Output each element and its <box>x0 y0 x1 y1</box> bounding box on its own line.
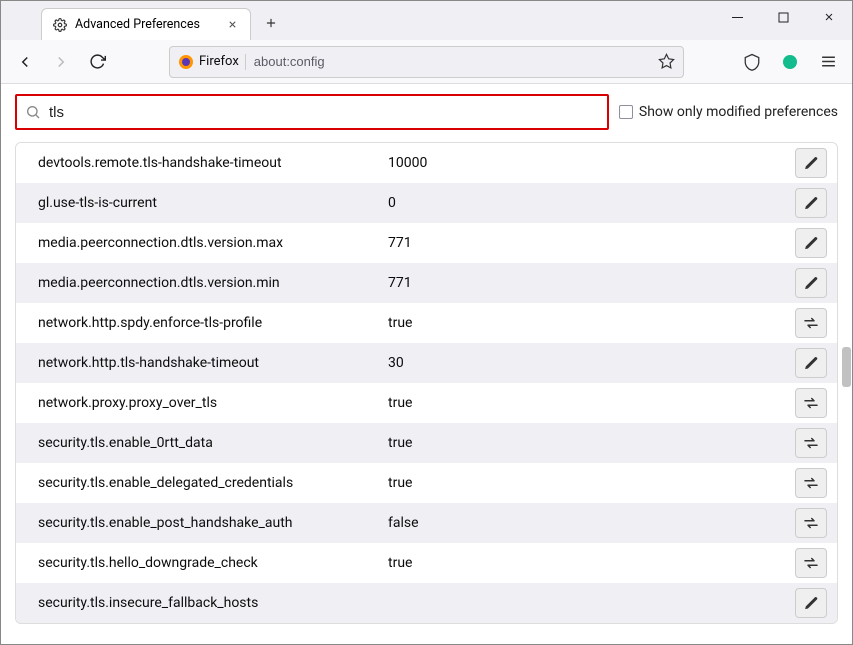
pref-value: 0 <box>388 195 795 211</box>
pref-value: 30 <box>388 355 795 371</box>
pref-name: security.tls.insecure_fallback_hosts <box>38 595 388 611</box>
extension-button[interactable] <box>774 46 806 78</box>
pref-row: gl.use-tls-is-current0 <box>16 183 837 223</box>
tab-close-button[interactable] <box>224 17 240 33</box>
pref-action-button[interactable] <box>795 348 827 378</box>
pref-action-button[interactable] <box>795 228 827 258</box>
minimize-button[interactable] <box>714 1 760 33</box>
toggle-icon <box>802 394 820 412</box>
pref-action-button[interactable] <box>795 588 827 618</box>
edit-icon <box>803 155 820 172</box>
app-menu-button[interactable] <box>812 46 844 78</box>
pocket-button[interactable] <box>736 46 768 78</box>
pref-row: security.tls.enable_delegated_credential… <box>16 463 837 503</box>
edit-icon <box>803 235 820 252</box>
config-search-box[interactable] <box>15 94 609 130</box>
pref-row: network.http.tls-handshake-timeout30 <box>16 343 837 383</box>
pref-action-button[interactable] <box>795 388 827 418</box>
firefox-icon <box>178 54 194 70</box>
urlbar-identity[interactable]: Firefox <box>178 54 246 70</box>
pref-name: network.http.spdy.enforce-tls-profile <box>38 315 388 331</box>
pref-action-button[interactable] <box>795 428 827 458</box>
pref-name: security.tls.enable_0rtt_data <box>38 435 388 451</box>
pref-name: security.tls.hello_downgrade_check <box>38 555 388 571</box>
pref-name: media.peerconnection.dtls.version.max <box>38 235 388 251</box>
show-modified-only-checkbox[interactable]: Show only modified preferences <box>619 104 838 120</box>
search-icon <box>25 104 41 120</box>
pref-value: false <box>388 515 795 531</box>
edit-icon <box>803 195 820 212</box>
config-search-input[interactable] <box>49 104 599 121</box>
browser-tab[interactable]: Advanced Preferences <box>41 8 251 40</box>
pref-value: true <box>388 435 795 451</box>
urlbar-identity-label: Firefox <box>199 54 239 69</box>
bookmark-star-icon[interactable] <box>658 53 675 70</box>
pref-action-button[interactable] <box>795 188 827 218</box>
pref-row: network.http.spdy.enforce-tls-profiletru… <box>16 303 837 343</box>
tab-title: Advanced Preferences <box>75 17 217 32</box>
pref-name: security.tls.enable_delegated_credential… <box>38 475 388 491</box>
edit-icon <box>803 275 820 292</box>
pref-row: security.tls.enable_0rtt_datatrue <box>16 423 837 463</box>
checkbox-label: Show only modified preferences <box>639 104 838 120</box>
reload-button[interactable] <box>81 46 113 78</box>
pref-row: network.proxy.proxy_over_tlstrue <box>16 383 837 423</box>
maximize-button[interactable] <box>760 1 806 33</box>
new-tab-button[interactable] <box>257 9 285 37</box>
pref-row: security.tls.enable_post_handshake_authf… <box>16 503 837 543</box>
pref-action-button[interactable] <box>795 308 827 338</box>
toggle-icon <box>802 514 820 532</box>
pref-action-button[interactable] <box>795 548 827 578</box>
search-row: Show only modified preferences <box>15 94 838 130</box>
pref-value: true <box>388 395 795 411</box>
pref-name: gl.use-tls-is-current <box>38 195 388 211</box>
about-config-content: Show only modified preferences devtools.… <box>1 84 852 644</box>
pref-row: media.peerconnection.dtls.version.max771 <box>16 223 837 263</box>
pref-name: network.proxy.proxy_over_tls <box>38 395 388 411</box>
toggle-icon <box>802 434 820 452</box>
pref-row: media.peerconnection.dtls.version.min771 <box>16 263 837 303</box>
edit-icon <box>803 355 820 372</box>
pref-value: true <box>388 315 795 331</box>
pref-value: true <box>388 555 795 571</box>
edit-icon <box>803 595 820 612</box>
pref-action-button[interactable] <box>795 148 827 178</box>
toggle-icon <box>802 314 820 332</box>
pref-row: security.tls.insecure_fallback_hosts <box>16 583 837 623</box>
gear-icon <box>52 17 68 33</box>
pref-name: devtools.remote.tls-handshake-timeout <box>38 155 388 171</box>
titlebar: Advanced Preferences <box>1 1 852 40</box>
pref-name: security.tls.enable_post_handshake_auth <box>38 515 388 531</box>
pref-action-button[interactable] <box>795 268 827 298</box>
pref-action-button[interactable] <box>795 468 827 498</box>
window-controls <box>714 1 852 33</box>
pref-value: 771 <box>388 275 795 291</box>
pref-row: devtools.remote.tls-handshake-timeout100… <box>16 143 837 183</box>
checkbox-icon <box>619 105 633 119</box>
toggle-icon <box>802 474 820 492</box>
pref-value: true <box>388 475 795 491</box>
pref-name: media.peerconnection.dtls.version.min <box>38 275 388 291</box>
toggle-icon <box>802 554 820 572</box>
pref-row: security.tls.hello_downgrade_checktrue <box>16 543 837 583</box>
pref-value: 10000 <box>388 155 795 171</box>
urlbar[interactable]: Firefox <box>169 46 684 78</box>
toolbar: Firefox <box>1 40 852 84</box>
forward-button[interactable] <box>45 46 77 78</box>
back-button[interactable] <box>9 46 41 78</box>
prefs-table: devtools.remote.tls-handshake-timeout100… <box>15 142 838 624</box>
url-input[interactable] <box>254 54 650 69</box>
tabstrip: Advanced Preferences <box>1 1 285 40</box>
pref-value: 771 <box>388 235 795 251</box>
pref-action-button[interactable] <box>795 508 827 538</box>
close-window-button[interactable] <box>806 1 852 33</box>
pref-name: network.http.tls-handshake-timeout <box>38 355 388 371</box>
